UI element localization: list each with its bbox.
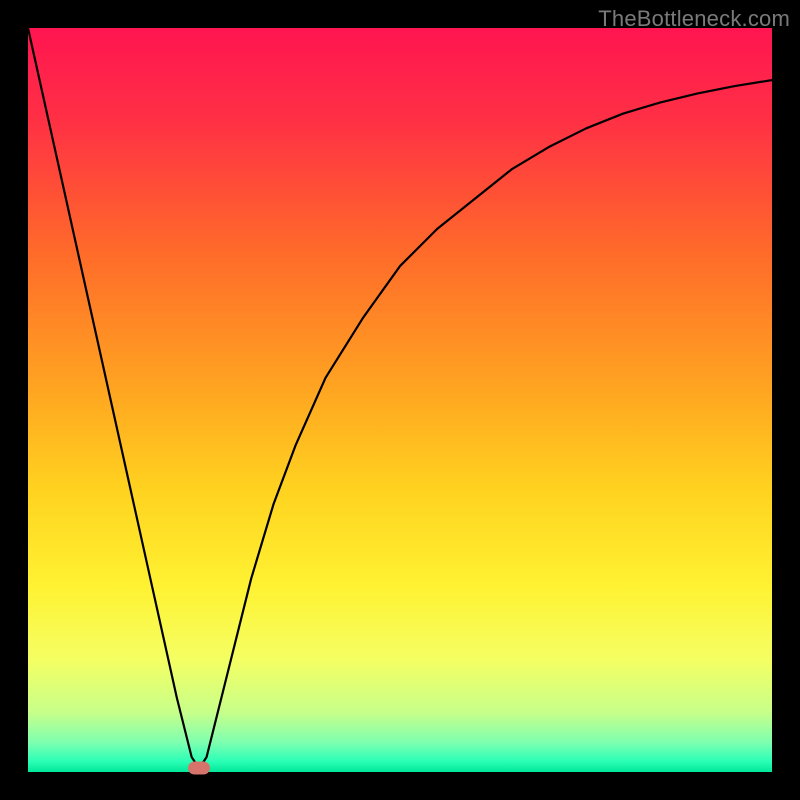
gradient-background	[28, 28, 772, 772]
bottleneck-chart	[28, 28, 772, 772]
plot-frame	[28, 28, 772, 772]
watermark-text: TheBottleneck.com	[598, 6, 790, 32]
optimal-point-marker	[188, 762, 210, 775]
